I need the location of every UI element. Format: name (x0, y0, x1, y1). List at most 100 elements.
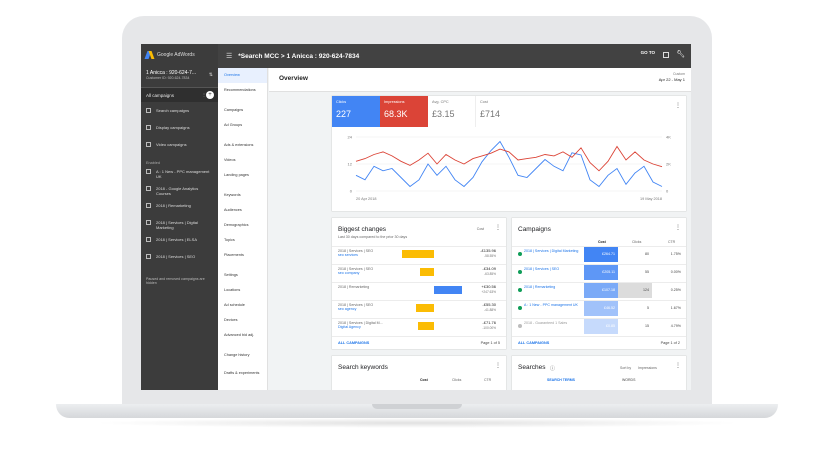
tile-value: 68.3K (384, 109, 408, 119)
tile-clicks[interactable]: Clicks 227 (332, 96, 380, 127)
change-row[interactable]: 2018 | Services | Digital M... Digital Ag… (332, 318, 506, 333)
column-clicks[interactable]: Clicks (452, 378, 461, 382)
nav-item-locations[interactable]: Locations (218, 283, 267, 298)
nav-item-devices[interactable]: Devices (218, 313, 267, 328)
tab-words[interactable]: WORDS (622, 378, 635, 382)
sort-selector[interactable]: Cost (477, 227, 484, 231)
change-bar (420, 268, 434, 276)
change-row-subname[interactable]: seo company (338, 271, 398, 275)
reports-icon[interactable] (663, 52, 669, 58)
chevron-updown-icon: ⇅ (208, 72, 213, 78)
more-vert-icon[interactable]: ⋮ (495, 362, 501, 369)
video-campaign-icon (146, 142, 151, 147)
sidebar-campaign-item[interactable]: 2018 | Services | Digital Marketing (141, 220, 218, 237)
change-value: -£71.76 -100.00% (482, 320, 496, 330)
nav-item-advanced-bid-adj[interactable]: Advanced bid adj. (218, 328, 267, 343)
nav-item-recommendations[interactable]: Recommendations (218, 83, 267, 98)
campaign-row[interactable]: 2018 | Services | Digital Marketing £264.… (512, 246, 686, 262)
tile-cost[interactable]: Cost £714 (476, 96, 524, 127)
nav-item-change-history[interactable]: Change history (218, 348, 267, 363)
column-cost[interactable]: Cost (420, 378, 428, 382)
tile-avg-cpc[interactable]: Avg. CPC £3.15 (428, 96, 476, 127)
tile-label: Clicks (336, 100, 347, 104)
change-row-name: 2018 | Services | SEO seo agency (338, 303, 398, 311)
goto-button[interactable]: GO TO (641, 50, 655, 55)
tile-value: £3.15 (432, 109, 455, 119)
nav-item-topics[interactable]: Topics (218, 233, 267, 248)
sidebar-item-video-campaigns[interactable]: Video campaigns (141, 142, 218, 159)
change-row-subname[interactable]: seo agency (338, 307, 398, 311)
campaign-cost: £0.85 (584, 319, 618, 334)
nav-item-placements[interactable]: Placements (218, 248, 267, 263)
sidebar-campaign-item[interactable]: 2018 | Services | SEO (141, 254, 218, 271)
campaign-name-link[interactable]: 2018 - Guaranteed 1 Sales (524, 321, 582, 325)
performance-line-chart: 241204K2K020 Apr 2018 19 May 2018 (348, 135, 672, 202)
add-icon[interactable]: + (206, 91, 214, 99)
pager[interactable]: Page 1 of 2 (661, 341, 680, 345)
more-vert-icon[interactable]: ⋮ (675, 362, 681, 369)
pager[interactable]: Page 1 of 5 (481, 341, 500, 345)
column-cost[interactable]: Cost (598, 240, 606, 244)
sidebar-campaign-item[interactable]: 2018 | Remarketing (141, 203, 218, 220)
sort-selector[interactable]: Impressions (638, 366, 657, 370)
campaign-row[interactable]: 2018 | Services | SEO £205.11 55 0.00% (512, 264, 686, 280)
page-title: Overview (279, 75, 308, 82)
nav-item-keywords[interactable]: Keywords (218, 188, 267, 203)
campaign-name-link[interactable]: A : 1 New - PPC management UK (524, 303, 582, 307)
change-row[interactable]: 2018 | Services | SEO seo services -£135.9… (332, 246, 506, 261)
column-clicks[interactable]: Clicks (632, 240, 641, 244)
column-ctr[interactable]: CTR (668, 240, 675, 244)
all-campaigns-item[interactable]: All campaigns ⋮ + (141, 88, 218, 102)
sort-label: Sort by (620, 366, 632, 370)
more-vert-icon[interactable]: ⋮ (495, 224, 501, 231)
nav-item-ads-extensions[interactable]: Ads & extensions (218, 138, 267, 153)
tab-search-terms[interactable]: SEARCH TERMS (547, 378, 575, 382)
all-campaigns-link[interactable]: ALL CAMPAIGNS (338, 341, 369, 345)
nav-item-ad-groups[interactable]: Ad Groups (218, 118, 267, 133)
sidebar-item-search-campaigns[interactable]: Search campaigns (141, 108, 218, 125)
more-vert-icon[interactable]: ⋮ (675, 102, 681, 109)
nav-item-campaigns[interactable]: Campaigns (218, 103, 267, 118)
sidebar-campaign-item[interactable]: A : 1 New - PPC management UK (141, 169, 218, 186)
wrench-icon[interactable]: 🔧︎ (676, 50, 685, 58)
campaign-row[interactable]: 2018 - Guaranteed 1 Sales £0.85 15 4.79% (512, 318, 686, 334)
menu-icon[interactable]: ☰ (226, 52, 232, 60)
hidden-campaigns-note: Paused and removed campaigns are hidden (146, 277, 205, 285)
campaign-name-link[interactable]: 2018 | Remarketing (524, 285, 582, 289)
more-vert-icon[interactable]: ⋮ (675, 224, 681, 231)
right-tick-label: 4K (666, 135, 671, 140)
search-campaign-icon (146, 220, 151, 225)
change-row[interactable]: 2018 | Services | SEO seo agency -£55.30 -4… (332, 300, 506, 315)
card-subtitle: Last 30 days compared to the prior 30 da… (338, 235, 408, 239)
nav-item-demographics[interactable]: Demographics (218, 218, 267, 233)
column-ctr[interactable]: CTR (484, 378, 491, 382)
all-campaigns-link[interactable]: ALL CAMPAIGNS (518, 341, 549, 345)
x-start-label: 20 Apr 2018 (356, 197, 376, 201)
tile-impressions[interactable]: Impressions 68.3K (380, 96, 428, 127)
sidebar-campaign-item[interactable]: 2018 | Services | ELSA (141, 237, 218, 254)
change-row-name: 2018 | Remarketing (338, 285, 370, 289)
change-row-subname[interactable]: Digital Agency (338, 325, 398, 329)
nav-item-overview[interactable]: Overview (218, 68, 267, 83)
nav-item-landing-pages[interactable]: Landing pages (218, 168, 267, 183)
account-switcher[interactable]: 1 Anicca : 920-624-7... Customer ID: 920… (141, 66, 218, 88)
nav-item-drafts-experiments[interactable]: Drafts & experiments (218, 368, 267, 386)
change-row[interactable]: 2018 | Remarketing +£30.56 +247.63% (332, 282, 506, 297)
change-row[interactable]: 2018 | Services | SEO seo company -£34.09-… (332, 264, 506, 279)
campaign-row[interactable]: A : 1 New - PPC management UK £46.52 5 1.67… (512, 300, 686, 316)
nav-item-videos[interactable]: Videos (218, 153, 267, 168)
campaign-ctr: 0.00% (670, 270, 681, 274)
campaign-row[interactable]: 2018 | Remarketing £107.18 124 0.25% (512, 282, 686, 298)
x-end-label: 19 May 2018 (640, 197, 662, 201)
nav-item-ad-schedule[interactable]: Ad schedule (218, 298, 267, 313)
date-range-selector[interactable]: Apr 22 - May 1 (659, 77, 685, 82)
campaign-name-link[interactable]: 2018 | Services | Digital Marketing (524, 249, 582, 253)
help-icon[interactable]: ⓘ (550, 365, 555, 372)
campaign-name-link[interactable]: 2018 | Services | SEO (524, 267, 582, 271)
nav-item-audiences[interactable]: Audiences (218, 203, 267, 218)
change-row-subname[interactable]: seo services (338, 253, 398, 257)
sidebar-campaign-item[interactable]: 2018 - Google Analytics Courses (141, 186, 218, 203)
main-content: Overview Custom Apr 22 - May 1 Clicks 22… (269, 68, 691, 390)
nav-item-settings[interactable]: Settings (218, 268, 267, 283)
sidebar-item-display-campaigns[interactable]: Display campaigns (141, 125, 218, 142)
